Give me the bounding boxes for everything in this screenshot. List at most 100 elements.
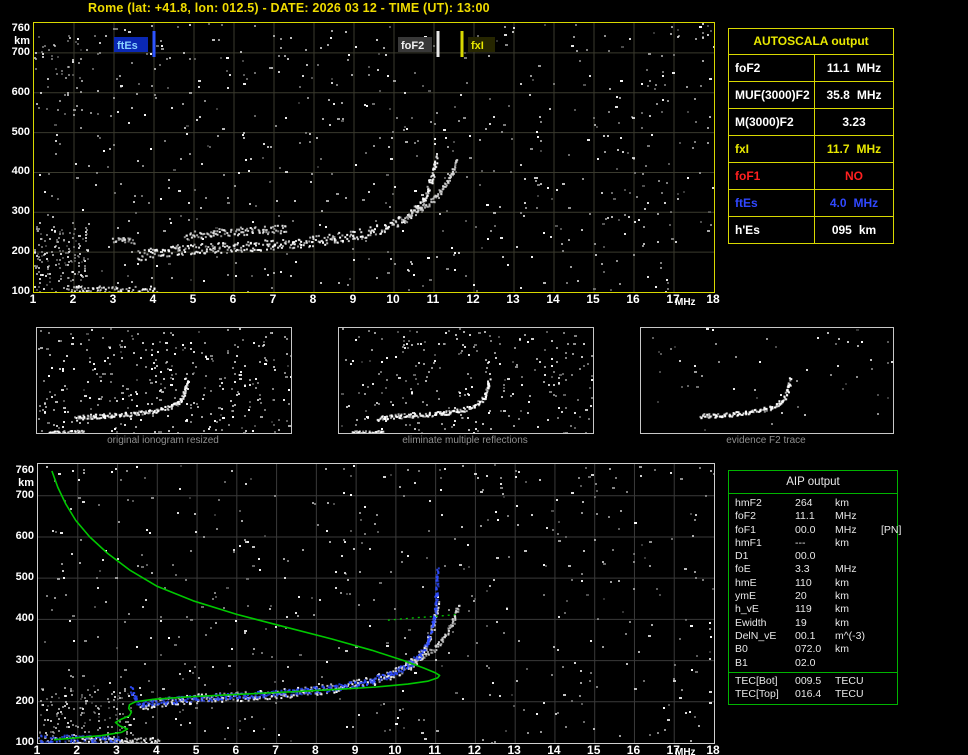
aip-unit: km <box>835 603 849 616</box>
aip-name: TEC[Top] <box>735 688 779 701</box>
autoscala-row-h'Es: h'Es 095 km <box>729 217 893 243</box>
x-axis-label: 2 <box>69 292 77 306</box>
aip-name: hmF2 <box>735 497 762 509</box>
aip-value: 110 <box>795 576 812 589</box>
ionogram-canvas <box>38 328 291 433</box>
ftEs-marker-label: ftEs <box>117 40 138 52</box>
aip-row-DelN_vE: DelN_vE 00.1 m^(-3) <box>729 630 897 643</box>
foF2-marker-line <box>436 31 440 57</box>
x-axis-unit-label: MHz <box>675 297 696 308</box>
aip-unit: TECU <box>835 688 864 701</box>
aip-extra <box>881 657 897 670</box>
autoscala-param-value: 11.7 MHz <box>826 142 882 156</box>
y-axis-label: 500 <box>11 125 30 138</box>
aip-extra <box>881 603 897 616</box>
x-axis-label: 11 <box>428 743 441 755</box>
aip-name: B1 <box>735 656 748 669</box>
aip-extra <box>881 537 897 550</box>
aip-name: hmF1 <box>735 536 762 549</box>
aip-separator-line <box>729 671 897 673</box>
aip-extra <box>881 630 897 643</box>
thumbnail-original-ionogram <box>36 327 292 434</box>
x-axis-label: 5 <box>192 743 200 755</box>
aip-value: 20 <box>795 590 807 603</box>
aip-value: 00.0 <box>795 523 816 536</box>
aip-row-B0: B0 072.0 km <box>729 643 897 656</box>
autoscala-param-value: 3.23 <box>842 115 866 129</box>
autoscala-param-value: NO <box>845 169 863 183</box>
aip-unit <box>835 657 881 670</box>
x-axis-label: 6 <box>232 743 240 755</box>
autoscala-param-label: fxI <box>729 136 815 162</box>
aip-row-B1: B1 02.0 <box>729 657 897 670</box>
aip-name: h_vE <box>735 603 759 616</box>
aip-name: Ewidth <box>735 616 767 629</box>
autoscala-param-label: h'Es <box>729 217 815 243</box>
x-axis-label: 5 <box>189 292 197 306</box>
y-axis-label: 600 <box>11 85 30 98</box>
y-axis-label: 300 <box>15 653 34 666</box>
aip-output-header: AIP output <box>729 471 897 494</box>
autoscala-param-label: M(3000)F2 <box>729 109 815 135</box>
aip-value: 02.0 <box>795 656 816 669</box>
x-axis-label: 10 <box>386 292 400 306</box>
aip-name: D1 <box>735 550 749 563</box>
x-axis-label: 4 <box>149 292 157 306</box>
aip-name: DelN_vE <box>735 629 777 642</box>
ionogram-canvas: ftEs foF2 fxI <box>34 23 714 292</box>
ionogram-canvas <box>38 464 714 743</box>
aip-unit: TECU <box>835 674 864 687</box>
x-axis-label: 2 <box>73 743 81 755</box>
aip-unit: MHz <box>835 523 857 536</box>
aip-value: 119 <box>795 603 812 616</box>
x-axis-label: 3 <box>113 743 120 755</box>
x-axis-label: 16 <box>626 292 640 306</box>
aip-output-rows: hmF2 264 km foF2 11.1 MHz foF1 00.0 MHz [PN] hmF1 -… <box>729 497 901 670</box>
aip-unit: km <box>835 643 849 656</box>
autoscala-row-foF2: foF2 11.1 MHz <box>729 55 893 82</box>
aip-extra <box>881 617 897 630</box>
aip-unit <box>835 550 881 563</box>
aip-unit: km <box>835 616 849 629</box>
aip-value: --- <box>795 536 806 549</box>
aip-name: foF2 <box>735 510 757 523</box>
aip-row-Ewidth: Ewidth 19 km <box>729 617 897 630</box>
autoscala-param-label: ftEs <box>729 190 815 216</box>
y-axis-label: 700 <box>11 45 30 58</box>
aip-extra <box>881 675 897 688</box>
aip-value: 264 <box>795 497 813 509</box>
y-axis-label: 760 <box>15 464 34 476</box>
x-axis-label: 15 <box>586 292 600 306</box>
aip-unit: km <box>835 497 849 509</box>
thumbnail-caption-3: evidence F2 trace <box>726 435 806 446</box>
x-axis-label: 9 <box>349 292 357 306</box>
aip-unit: MHz <box>835 510 857 523</box>
y-axis-unit-label: km <box>14 35 30 47</box>
x-axis-label: 7 <box>269 292 277 306</box>
aip-row-TEC[Top]: TEC[Top] 016.4 TECU <box>729 688 897 701</box>
aip-name: TEC[Bot] <box>735 674 778 687</box>
y-axis-label: 400 <box>15 612 34 625</box>
aip-extra <box>881 563 897 576</box>
aip-row-foF1: foF1 00.0 MHz [PN] <box>729 523 901 537</box>
aip-row-h_vE: h_vE 119 km <box>729 603 897 616</box>
autoscala-row-ftEs: ftEs 4.0 MHz <box>729 190 893 217</box>
x-axis-label: 11 <box>426 292 440 306</box>
aip-name: foE <box>735 563 751 576</box>
autoscala-param-label: foF1 <box>729 163 815 189</box>
x-axis-label: 16 <box>626 743 641 755</box>
x-axis-label: 8 <box>309 292 317 306</box>
fxI-marker-line <box>460 31 464 57</box>
ftEs-marker-line <box>152 31 156 57</box>
aip-unit: MHz <box>835 563 857 576</box>
autoscala-row-M(3000)F2: M(3000)F2 3.23 <box>729 109 893 136</box>
x-axis-label: 18 <box>706 743 720 755</box>
autoscala-param-label: MUF(3000)F2 <box>729 82 815 108</box>
x-axis-label: 9 <box>351 743 359 755</box>
aip-name: B0 <box>735 643 748 656</box>
aip-value: 072.0 <box>795 643 822 656</box>
x-axis-label: 18 <box>706 292 720 306</box>
y-axis-label: 760 <box>11 22 30 34</box>
aip-unit: m^(-3) <box>835 629 866 642</box>
y-axis-label: 200 <box>11 245 30 258</box>
